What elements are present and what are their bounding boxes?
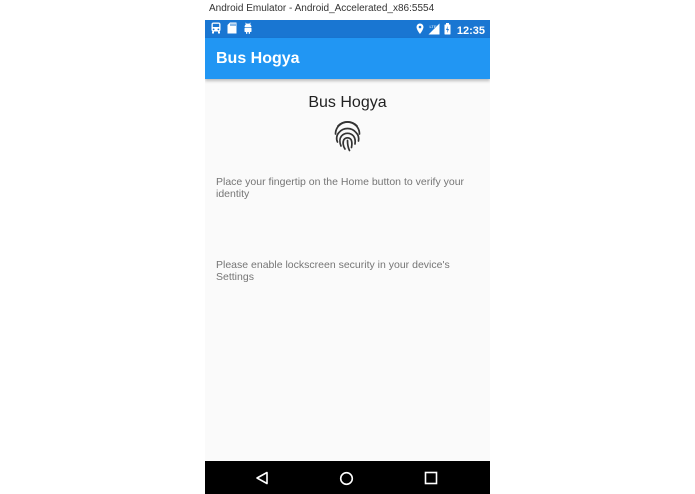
- svg-text:LTE: LTE: [429, 24, 436, 29]
- bus-icon: [211, 22, 221, 34]
- status-bar: LTE 12:35: [205, 20, 490, 38]
- sd-card-icon: [227, 22, 237, 34]
- notification-icons: [211, 22, 253, 34]
- fingerprint-instruction: Place your fingertip on the Home button …: [216, 176, 465, 200]
- app-bar-title: Bus Hogya: [216, 50, 300, 67]
- status-time: 12:35: [456, 25, 485, 37]
- lockscreen-security-message: Please enable lockscreen security in you…: [216, 259, 450, 283]
- phone-screen: LTE 12:35 Bus Hogya Bus Hogya Place your…: [205, 20, 490, 494]
- back-icon[interactable]: [255, 471, 269, 490]
- recents-icon[interactable]: [424, 471, 438, 490]
- navigation-bar: [205, 461, 490, 494]
- auth-title: Bus Hogya: [308, 94, 387, 111]
- window-title: Android Emulator - Android_Accelerated_x…: [209, 3, 435, 14]
- fingerprint-icon[interactable]: [333, 120, 362, 157]
- android-icon: [243, 22, 253, 34]
- app-bar: Bus Hogya: [205, 38, 490, 79]
- home-icon[interactable]: [339, 471, 354, 491]
